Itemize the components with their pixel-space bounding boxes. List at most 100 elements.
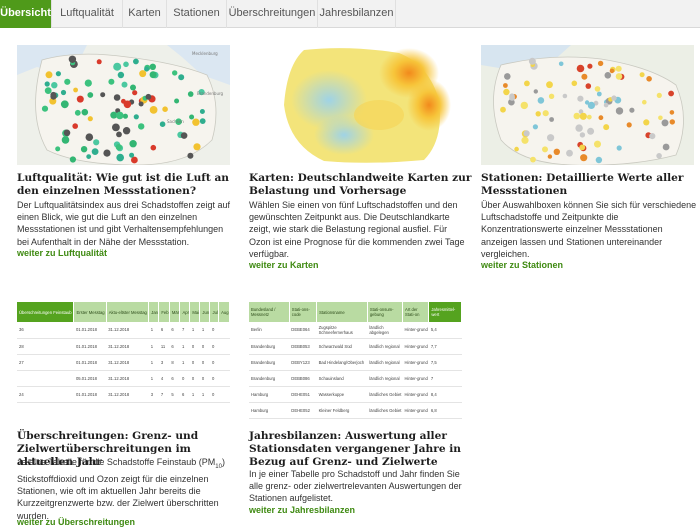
station-marker xyxy=(60,89,67,96)
tab-luftqualitaet[interactable]: Luftqualität xyxy=(52,0,123,28)
table-cell: Schwarzwald Süd xyxy=(316,338,368,355)
station-marker xyxy=(84,79,92,87)
tab-jahresbilanzen[interactable]: Jahresbilanzen xyxy=(318,0,396,28)
table-header-cell: Jahresmittel-wert xyxy=(428,302,462,322)
station-marker xyxy=(123,61,129,68)
jahresbilanzen-table-thumbnail[interactable]: Bundesland / Messnetz Stati-ons-code Stati… xyxy=(249,302,462,420)
station-marker xyxy=(547,154,553,159)
table-cell: 6,8 xyxy=(428,402,462,419)
svg-text:Brandenburg: Brandenburg xyxy=(197,91,224,96)
table-cell: 31.12.2018 xyxy=(106,354,149,371)
station-marker xyxy=(528,57,536,65)
station-marker xyxy=(669,110,675,115)
tab-ueberschreitungen[interactable]: Überschreitungen xyxy=(227,0,318,28)
table-header-cell: Bundesland / Messnetz xyxy=(249,302,290,322)
table-cell: 01.01.2018 xyxy=(73,386,107,403)
link-ueberschreitungen[interactable]: weiter zu Überschreitungen xyxy=(17,517,135,527)
table-cell: 01.01.2018 xyxy=(73,354,107,371)
station-marker xyxy=(611,95,617,101)
station-marker xyxy=(629,107,635,113)
stationen-map-thumbnail[interactable] xyxy=(481,45,694,165)
station-marker xyxy=(668,90,674,97)
table-cell: Hinter-grund xyxy=(402,402,429,419)
station-marker xyxy=(547,134,555,142)
table-cell: 0 xyxy=(209,322,219,339)
station-marker xyxy=(149,63,156,70)
station-marker xyxy=(537,97,545,104)
table-header-cell: Jun xyxy=(199,302,211,322)
station-marker xyxy=(558,61,564,67)
karten-map-thumbnail[interactable] xyxy=(249,45,462,165)
table-cell: Schauinsland xyxy=(316,370,368,387)
ueberschreitungen-table-thumbnail[interactable]: Überschreitungen Feinstaub Erster Messtag… xyxy=(17,302,230,420)
exceedance-table-image: Überschreitungen Feinstaub Erster Messtag… xyxy=(17,302,230,403)
station-map-image xyxy=(481,45,694,165)
tab-karten[interactable]: Karten xyxy=(123,0,167,28)
table-cell: DEBE064 xyxy=(289,322,317,339)
table-cell: ländlich abgelegen xyxy=(367,322,403,339)
table-cell: 5,4 xyxy=(428,322,462,339)
table-header-cell: Stati-onsum-gebung xyxy=(367,302,404,322)
station-marker xyxy=(521,136,529,144)
card-title: Luftqualität: Wie gut ist die Luft an de… xyxy=(17,172,230,197)
station-marker xyxy=(64,78,71,85)
link-luftqualitaet[interactable]: weiter zu Luftqualität xyxy=(17,248,107,258)
table-cell: Wasserkuppe xyxy=(316,386,368,403)
table-cell: 0 xyxy=(209,386,219,403)
table-header-cell: Stati-ons-code xyxy=(289,302,318,322)
station-marker xyxy=(122,113,128,119)
station-marker xyxy=(609,68,615,74)
table-cell: DEBY123 xyxy=(289,354,317,371)
table-cell: Kleiner Feldberg xyxy=(316,402,368,419)
table-cell: 7 xyxy=(179,322,190,339)
station-marker xyxy=(532,124,538,130)
station-marker xyxy=(548,93,555,99)
station-marker xyxy=(149,71,157,79)
station-marker xyxy=(133,114,139,120)
tab-stationen[interactable]: Stationen xyxy=(167,0,227,28)
table-cell: DEHE052 xyxy=(289,402,317,419)
station-marker xyxy=(604,72,612,79)
table-cell: 01.01.2018 xyxy=(73,338,107,355)
station-marker xyxy=(576,64,585,73)
table-header-cell: Feb xyxy=(158,302,170,322)
table-cell: Hamburg xyxy=(249,402,290,419)
station-marker xyxy=(581,73,588,80)
station-marker xyxy=(129,140,137,148)
table-cell: 3 xyxy=(158,354,170,371)
station-marker xyxy=(187,152,194,159)
card-description: Je eine Tabelle für die Schadstoffe Fein… xyxy=(17,456,237,522)
station-marker xyxy=(595,156,603,164)
luftqualitaet-map-thumbnail[interactable]: Mecklenburg Brandenburg Sachsen xyxy=(17,45,230,165)
tab-bar: Übersicht Luftqualität Karten Stationen … xyxy=(0,0,700,28)
table-row: Brandenburg DEBY123 Bad Hindelang/Oberjoch… xyxy=(249,354,462,371)
table-cell: 1 xyxy=(189,322,200,339)
table-cell: 1 xyxy=(179,354,190,371)
table-row: 36 01.01.2018 31.12.2018 1 6 6 7 1 1 0 xyxy=(17,322,230,339)
table-cell: 4 xyxy=(158,370,170,387)
station-map-image: Mecklenburg Brandenburg Sachsen xyxy=(17,45,230,165)
link-karten[interactable]: weiter zu Karten xyxy=(249,260,319,270)
station-marker xyxy=(597,60,604,67)
station-marker xyxy=(587,63,593,69)
table-row: 27 01.01.2018 31.12.2018 1 3 8 1 0 0 0 xyxy=(17,354,230,371)
link-jahresbilanzen[interactable]: weiter zu Jahresbilanzen xyxy=(249,505,355,515)
station-marker xyxy=(108,78,115,85)
table-cell: Brandenburg xyxy=(249,338,290,355)
station-marker xyxy=(121,81,128,88)
table-cell: 01.01.2018 xyxy=(73,322,107,339)
table-cell: 0 xyxy=(199,354,210,371)
table-cell: 31.12.2018 xyxy=(106,370,149,387)
station-marker xyxy=(55,146,61,152)
table-cell xyxy=(17,370,74,387)
table-header-cell: Jul xyxy=(209,302,220,322)
station-marker xyxy=(115,144,122,151)
tab-uebersicht[interactable]: Übersicht xyxy=(0,0,52,28)
card-title: Jahresbilanzen: Auswertung aller Station… xyxy=(249,430,461,468)
station-marker xyxy=(603,124,610,131)
station-marker xyxy=(87,92,94,98)
table-cell: ländliches Gebiet xyxy=(367,402,403,419)
link-stationen[interactable]: weiter zu Stationen xyxy=(481,260,563,270)
station-marker xyxy=(122,127,131,135)
station-marker xyxy=(44,81,50,87)
